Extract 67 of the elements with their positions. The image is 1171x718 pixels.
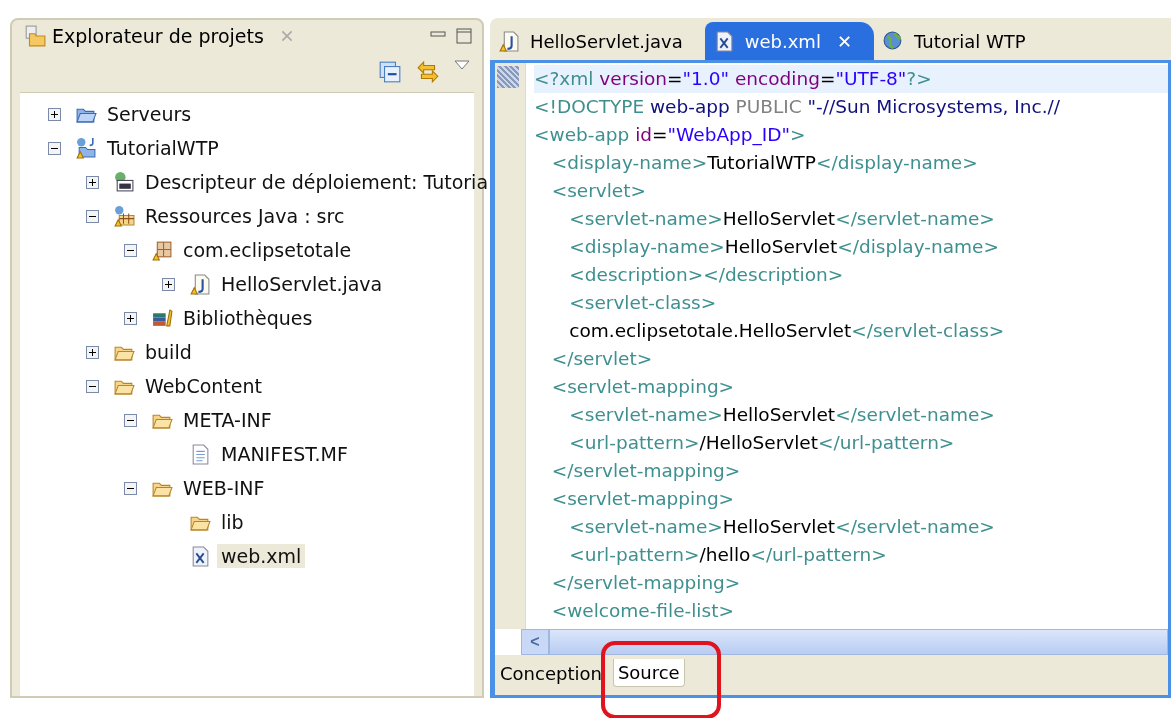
dropdown-icon[interactable] [454,60,470,70]
tree-item[interactable]: MANIFEST.MF [217,442,352,466]
scroll-left-button[interactable]: < [521,629,549,655]
tree-item[interactable]: TutorialWTP [103,136,223,160]
books-icon [151,307,173,329]
tree-item[interactable]: WebContent [141,374,266,398]
tree-item[interactable]: HelloServlet.java [217,272,387,296]
code-line: <servlet-name>HelloServlet</servlet-name> [568,403,996,427]
code-line: <!DOCTYPE web-app PUBLIC "-//Sun Microsystems, Inc.// [534,95,1062,119]
collapse-toggle[interactable] [124,243,137,257]
code-line: <web-app id="WebApp_ID"> [534,123,807,148]
editor-tab[interactable]: HelloServlet.java [490,22,705,60]
code-line: <display-name>TutorialWTP</display-name> [550,151,979,175]
code-line: <servlet-mapping> [550,375,736,399]
globe-icon [882,30,904,52]
descriptor-icon [113,171,135,193]
tree-item[interactable]: Bibliothèques [179,306,317,330]
collapse-toggle[interactable] [124,413,137,427]
code-line: <url-pattern>/HelloServlet</url-pattern> [568,431,956,455]
code-line: <servlet> [550,179,647,203]
code-line: <display-name>HelloServlet</display-name> [568,235,1000,259]
collapse-all-icon[interactable] [378,60,402,84]
source-folder-icon [113,205,135,227]
view-tab[interactable]: Explorateur de projets [24,25,294,47]
page-tab[interactable]: Conception [495,659,607,688]
tree-item[interactable]: Serveurs [103,102,196,126]
code-line: <description></description> [568,263,845,287]
tree-item[interactable]: Descripteur de déploiement: Tutoria [141,170,493,194]
editor-tab[interactable]: Tutorial WTP [874,22,1048,60]
expand-toggle[interactable] [162,277,175,291]
code-line: <servlet-name>HelloServlet</servlet-name> [568,207,996,231]
tree-item[interactable]: WEB-INF [179,476,269,500]
tree-item[interactable]: lib [217,510,248,534]
project-icon [75,137,97,159]
code-line: </servlet-mapping> [550,459,742,483]
collapse-toggle[interactable] [86,209,99,223]
tree-item[interactable]: com.eclipsetotale [179,238,356,262]
expand-toggle[interactable] [86,175,99,189]
tree-item[interactable]: Ressources Java : src [141,204,349,228]
code-line: <servlet-name>HelloServlet</servlet-name> [568,515,996,539]
package-icon [151,239,173,261]
collapse-toggle[interactable] [48,141,61,155]
code-line: </servlet> [550,347,654,371]
collapse-toggle[interactable] [124,481,137,495]
tree-item[interactable]: build [141,340,196,364]
tree-item[interactable]: web.xml [217,544,306,568]
expand-toggle[interactable] [86,345,99,359]
code-line: com.eclipsetotale.HelloServlet</servlet-class> [568,319,1006,343]
horizontal-scrollbar[interactable]: < [495,629,1168,655]
collapse-toggle[interactable] [86,379,99,393]
java-file-icon [498,30,520,52]
expand-toggle[interactable] [48,107,61,121]
code-line: <servlet-mapping> [550,487,736,511]
overview-mark [497,66,519,88]
code-line: </servlet-mapping> [550,571,742,595]
folder-icon [24,25,46,47]
expand-toggle[interactable] [124,311,137,325]
code-line: <url-pattern>/hello</url-pattern> [568,543,888,567]
close-button[interactable]: ✕ [836,30,852,52]
editor-tab[interactable]: web.xml ✕ [704,22,874,60]
page-tab[interactable]: Source [612,659,685,687]
code-line: <welcome-file-list> [550,599,735,623]
code-line: <servlet-class> [568,291,718,315]
view-title: Explorateur de projets [52,25,264,47]
java-file-icon [189,273,211,295]
link-arrows-icon[interactable] [416,60,440,84]
tree-item[interactable]: META-INF [179,408,276,432]
